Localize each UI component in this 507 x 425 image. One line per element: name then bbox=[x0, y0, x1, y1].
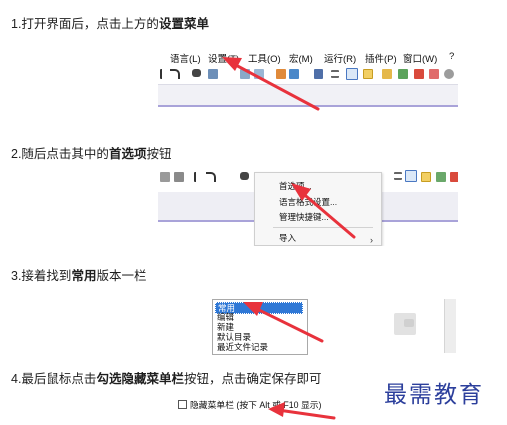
undo-icon[interactable] bbox=[194, 172, 200, 182]
menu-item-import[interactable]: 导入 bbox=[279, 232, 296, 244]
sync-v-icon[interactable] bbox=[276, 69, 286, 79]
paste-icon[interactable] bbox=[174, 172, 184, 182]
play-macro-icon[interactable] bbox=[444, 69, 454, 79]
menu-help[interactable]: ? bbox=[449, 51, 454, 62]
indent-guide-icon[interactable] bbox=[346, 68, 358, 80]
accent-line bbox=[158, 105, 458, 107]
indent-guide-icon[interactable] bbox=[405, 170, 417, 182]
paragraph-icon[interactable] bbox=[394, 172, 402, 180]
paragraph-icon[interactable] bbox=[331, 70, 339, 78]
step-2-text: 2.随后点击其中的首选项按钮 bbox=[11, 147, 172, 161]
blurred-area bbox=[404, 319, 414, 327]
menu-item-style-configurator[interactable]: 语言格式设置... bbox=[279, 196, 337, 208]
menu-language[interactable]: 语言(L) bbox=[170, 51, 201, 65]
menubar-screenshot: 语言(L) 设置(T) 工具(O) 宏(M) 运行(R) 插件(P) 窗口(W)… bbox=[158, 48, 458, 116]
hide-menubar-checkbox[interactable] bbox=[178, 400, 187, 409]
toolbar bbox=[158, 67, 458, 81]
function-list-icon[interactable] bbox=[398, 69, 408, 79]
language-icon[interactable] bbox=[421, 172, 431, 182]
find-icon[interactable] bbox=[192, 69, 201, 77]
menu-tools[interactable]: 工具(O) bbox=[248, 51, 281, 65]
doc-map-icon[interactable] bbox=[382, 69, 392, 79]
chevron-right-icon: › bbox=[370, 235, 373, 245]
menu-macro[interactable]: 宏(M) bbox=[289, 51, 313, 65]
wrap-icon[interactable] bbox=[314, 69, 323, 79]
cut-icon[interactable] bbox=[160, 172, 170, 182]
stop-macro-icon[interactable] bbox=[429, 69, 439, 79]
menu-separator bbox=[273, 227, 373, 228]
preferences-list-screenshot: 常用 编辑 新建 默认目录 最近文件记录 bbox=[208, 293, 458, 357]
doc-map-icon[interactable] bbox=[436, 172, 446, 182]
scrollbar[interactable] bbox=[444, 299, 456, 353]
hide-menubar-label: 隐藏菜单栏 (按下 Alt 或 F10 显示) bbox=[190, 400, 322, 410]
redo-icon[interactable] bbox=[170, 69, 180, 79]
function-list-icon[interactable] bbox=[450, 172, 458, 182]
hide-menubar-screenshot: 隐藏菜单栏 (按下 Alt 或 F10 显示) bbox=[172, 392, 342, 422]
menu-plugins[interactable]: 插件(P) bbox=[365, 51, 397, 65]
menu-item-preferences[interactable]: 首选项... bbox=[279, 180, 312, 192]
menu-settings[interactable]: 设置(T) bbox=[208, 51, 239, 65]
list-item-new-document[interactable]: 新建 bbox=[215, 322, 236, 332]
menu-item-shortcut-mapper[interactable]: 管理快捷键... bbox=[279, 211, 329, 223]
sync-h-icon[interactable] bbox=[289, 69, 299, 79]
list-item-editing[interactable]: 编辑 bbox=[215, 312, 236, 322]
list-item-recent-files[interactable]: 最近文件记录 bbox=[215, 342, 270, 352]
menu-window[interactable]: 窗口(W) bbox=[403, 51, 437, 65]
preferences-category-list[interactable]: 常用 编辑 新建 默认目录 最近文件记录 bbox=[212, 299, 308, 355]
settings-dropdown-menu: 首选项... 语言格式设置... 管理快捷键... 导入 › bbox=[254, 172, 382, 246]
undo-icon[interactable] bbox=[160, 69, 166, 79]
zoom-out-icon[interactable] bbox=[254, 69, 264, 79]
step-1-text: 1.打开界面后，点击上方的设置菜单 bbox=[11, 17, 209, 31]
replace-icon[interactable] bbox=[208, 69, 218, 79]
step-4-text: 4.最后鼠标点击勾选隐藏菜单栏按钮，点击确定保存即可 bbox=[11, 372, 322, 386]
tab-bar-area bbox=[158, 84, 458, 106]
step-3-text: 3.接着找到常用版本一栏 bbox=[11, 269, 147, 283]
menubar: 语言(L) 设置(T) 工具(O) 宏(M) 运行(R) 插件(P) 窗口(W)… bbox=[158, 48, 458, 65]
menu-run[interactable]: 运行(R) bbox=[324, 51, 356, 65]
record-macro-icon[interactable] bbox=[414, 69, 424, 79]
redo-icon[interactable] bbox=[206, 172, 216, 182]
language-icon[interactable] bbox=[363, 69, 373, 79]
find-icon[interactable] bbox=[240, 172, 249, 180]
settings-dropdown-screenshot: 首选项... 语言格式设置... 管理快捷键... 导入 › bbox=[158, 168, 458, 246]
list-item-default-directory[interactable]: 默认目录 bbox=[215, 332, 253, 342]
watermark-logo: 最需教育 bbox=[384, 382, 484, 408]
zoom-in-icon[interactable] bbox=[240, 69, 250, 79]
